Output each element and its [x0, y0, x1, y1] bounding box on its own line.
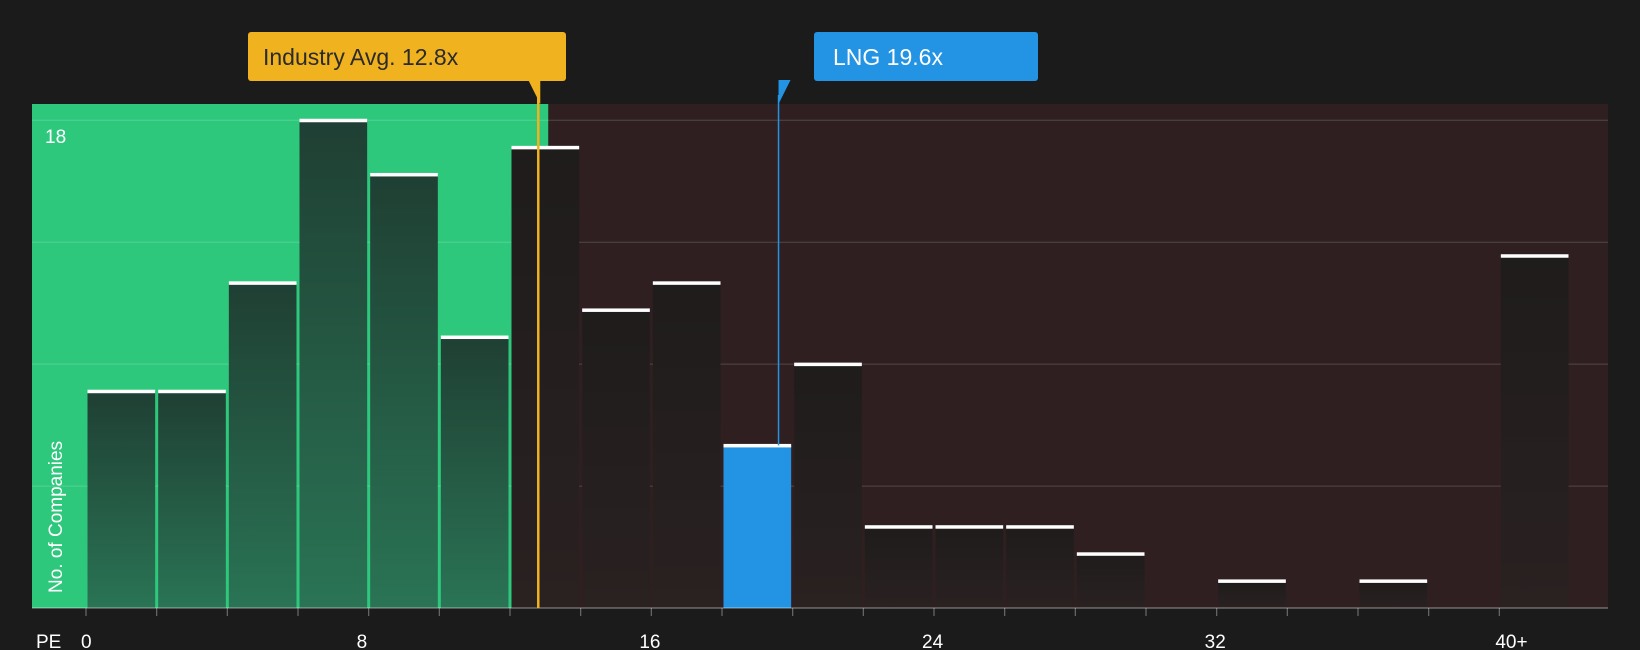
histogram-bar-cap-1: [158, 389, 226, 394]
histogram-bar-12: [935, 526, 1004, 608]
histogram-bar-cap-0: [87, 389, 156, 394]
histogram-bar-cap-10: [794, 362, 862, 367]
histogram-bar-1: [158, 391, 226, 608]
histogram-bar-8: [652, 282, 721, 608]
histogram-bar-11: [864, 526, 933, 608]
histogram-bar-9: [723, 445, 792, 608]
histogram-bar-0: [87, 391, 156, 608]
histogram-bar-cap-7: [582, 308, 650, 312]
histogram-bar-cap-3: [299, 118, 368, 123]
x-tick-label-3: 24: [922, 632, 944, 650]
histogram-bar-20: [1500, 255, 1569, 608]
y-axis-label: No. of Companies: [46, 441, 67, 593]
x-tick-label-0: 0: [81, 632, 92, 650]
histogram-bar-3: [299, 120, 368, 609]
histogram-bar-cap-4: [370, 172, 438, 177]
histogram-bar-cap-5: [440, 335, 509, 340]
histogram-bar-6: [511, 147, 580, 608]
histogram-bar-cap-9: [723, 443, 792, 448]
pe-distribution-chart: 0 8 16 24 32 40+ 18 No. of Companies PE Indus…: [32, 32, 1609, 650]
industry-average-label: Industry Avg. 12.8x: [263, 44, 459, 70]
histogram-bar-cap-11: [864, 525, 933, 529]
histogram-bar-cap-20: [1500, 254, 1569, 258]
histogram-bar-18: [1359, 580, 1428, 608]
x-tick-label-2: 16: [639, 632, 660, 650]
x-tick-label-4: 32: [1205, 632, 1226, 650]
x-tick-label-5: 40+: [1495, 632, 1527, 650]
x-axis-ticks: 0 8 16 24 32 40+: [81, 608, 1528, 650]
histogram-bar-13: [1006, 526, 1074, 608]
histogram-bar-16: [1218, 580, 1286, 608]
histogram-bar-cap-8: [652, 281, 721, 285]
company-pe-label: LNG 19.6x: [833, 44, 943, 70]
x-tick-label-1: 8: [357, 632, 368, 650]
histogram-bar-cap-16: [1218, 579, 1286, 583]
industry-average-pointer: [528, 80, 541, 104]
histogram-bar-cap-12: [935, 525, 1004, 529]
histogram-bar-2: [228, 282, 297, 608]
x-axis-label: PE: [36, 632, 61, 650]
histogram-bar-10: [794, 364, 862, 608]
histogram-bar-cap-6: [511, 145, 580, 150]
histogram-bar-cap-18: [1359, 579, 1428, 583]
histogram-bar-cap-14: [1076, 552, 1145, 556]
histogram-bar-cap-2: [228, 281, 297, 285]
histogram-bar-cap-13: [1006, 525, 1074, 529]
histogram-bar-14: [1076, 553, 1145, 608]
y-max-label: 18: [45, 127, 66, 148]
histogram-bar-7: [582, 309, 650, 608]
company-pe-pointer: [778, 80, 791, 104]
histogram-bar-4: [370, 174, 438, 609]
histogram-bar-5: [440, 337, 509, 608]
